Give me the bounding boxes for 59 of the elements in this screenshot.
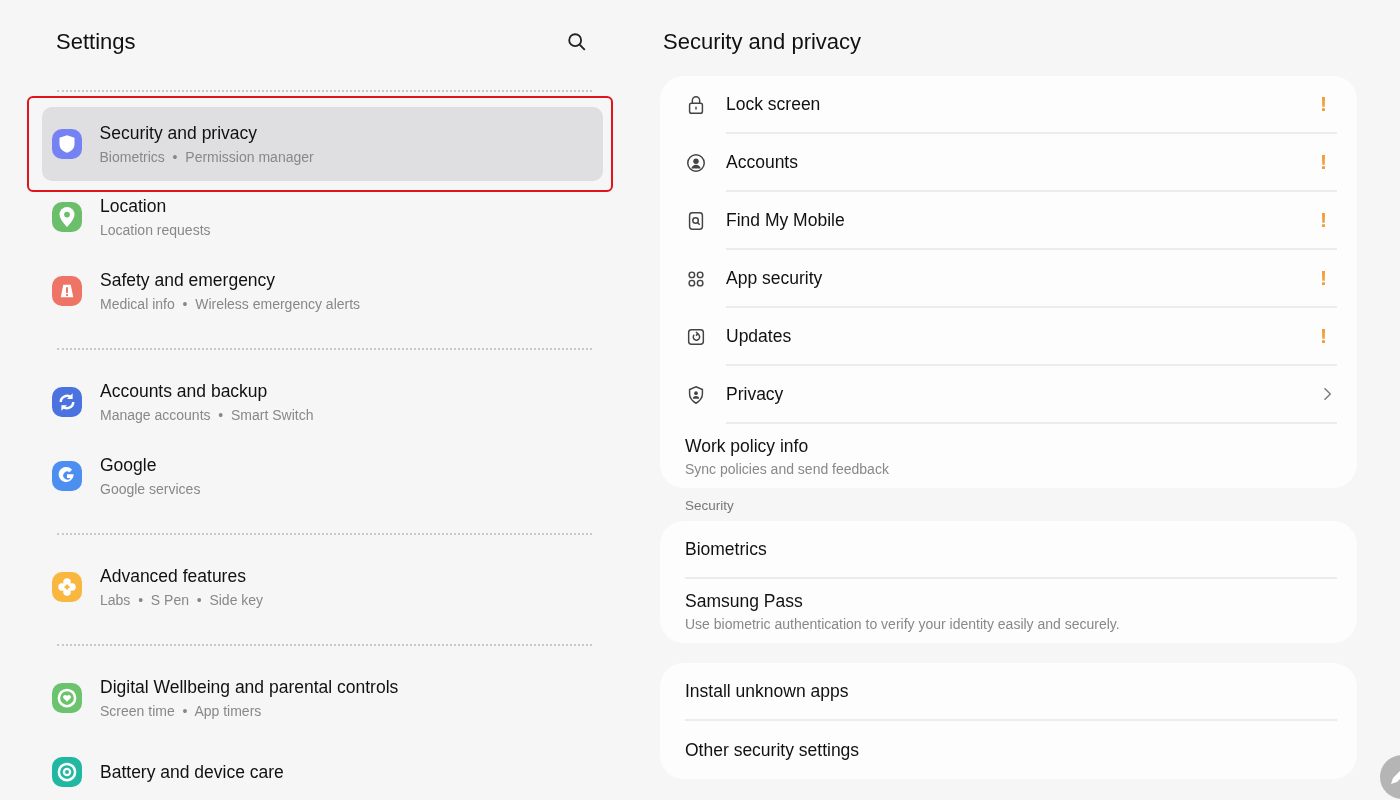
settings-row[interactable]: Install unknown apps <box>685 663 1337 721</box>
refresh-square-icon <box>685 326 707 348</box>
row-title: Biometrics <box>685 538 767 560</box>
settings-row[interactable]: Other security settings <box>685 721 1337 779</box>
search-icon <box>566 31 588 53</box>
item-subtitle: Manage accounts • Smart Switch <box>100 407 314 423</box>
row-subtitle: Sync policies and send feedback <box>685 460 889 477</box>
settings-item[interactable]: Accounts and backup Manage accounts • Smart Switch <box>42 365 602 439</box>
warning-mark: ! <box>1320 266 1327 290</box>
settings-row[interactable]: Lock screen ! <box>685 76 1337 134</box>
item-title: Advanced features <box>100 566 247 587</box>
settings-item[interactable]: Battery and device care <box>42 735 602 800</box>
row-title: Lock screen <box>726 93 821 115</box>
row-title: Other security settings <box>685 739 860 761</box>
settings-row[interactable]: Biometrics <box>685 521 1337 579</box>
row-title: Work policy info <box>685 435 809 457</box>
item-title: Safety and emergency <box>100 270 277 291</box>
item-title: Security and privacy <box>99 122 259 144</box>
settings-item[interactable]: Location Location requests <box>42 180 602 254</box>
item-subtitle: Screen time • App timers <box>100 703 263 719</box>
row-title: Accounts <box>726 151 798 173</box>
section-title: Security and privacy <box>662 28 863 56</box>
four-circles-icon <box>685 268 707 290</box>
warning-mark: ! <box>1320 92 1327 116</box>
page-title: Settings <box>56 29 136 55</box>
settings-row[interactable]: Samsung Pass Use biometric authentication to verify your identity easily and securely. <box>685 579 1337 643</box>
item-subtitle: Google services <box>100 481 201 497</box>
warning-mark: ! <box>1320 324 1327 348</box>
item-subtitle: Biometrics • Permission manager <box>99 148 314 165</box>
row-title: Install unknown apps <box>685 680 849 702</box>
settings-item[interactable]: Google Google services <box>42 439 602 513</box>
person-circle-icon <box>685 152 707 174</box>
row-title: App security <box>726 267 823 289</box>
row-title: Find My Mobile <box>726 209 845 231</box>
settings-item[interactable]: Digital Wellbeing and parental controls Screen time • App timers <box>42 661 602 735</box>
settings-item[interactable]: Advanced features Labs • S Pen • Side key <box>42 550 602 624</box>
settings-row[interactable]: Work policy info Sync policies and send feedback <box>685 424 1337 488</box>
row-title: Updates <box>726 325 792 347</box>
warning-mark: ! <box>1320 208 1327 232</box>
item-title: Digital Wellbeing and parental controls <box>100 677 399 698</box>
item-subtitle: Medical info • Wireless emergency alerts <box>100 296 361 312</box>
settings-row[interactable]: Accounts ! <box>685 134 1337 192</box>
item-subtitle: Location requests <box>100 222 211 238</box>
item-title: Google <box>100 455 158 476</box>
settings-row[interactable]: Privacy <box>685 366 1337 424</box>
row-title: Privacy <box>726 383 784 405</box>
warning-mark: ! <box>1320 150 1327 174</box>
settings-item[interactable]: Security and privacy Biometrics • Permission manager <box>41 106 603 181</box>
item-subtitle: Labs • S Pen • Side key <box>100 592 264 608</box>
item-title: Location <box>100 196 168 217</box>
settings-row[interactable]: App security ! <box>685 250 1337 308</box>
settings-row[interactable]: Updates ! <box>685 308 1337 366</box>
row-title: Samsung Pass <box>685 590 803 612</box>
settings-row[interactable]: Find My Mobile ! <box>685 192 1337 250</box>
settings-item[interactable]: Safety and emergency Medical info • Wireless emergency alerts <box>42 254 602 328</box>
group-header: Security <box>684 497 735 515</box>
row-subtitle: Use biometric authentication to verify your identity easily and securely. <box>685 615 1120 632</box>
item-title: Accounts and backup <box>100 381 269 402</box>
item-title: Battery and device care <box>100 761 284 783</box>
